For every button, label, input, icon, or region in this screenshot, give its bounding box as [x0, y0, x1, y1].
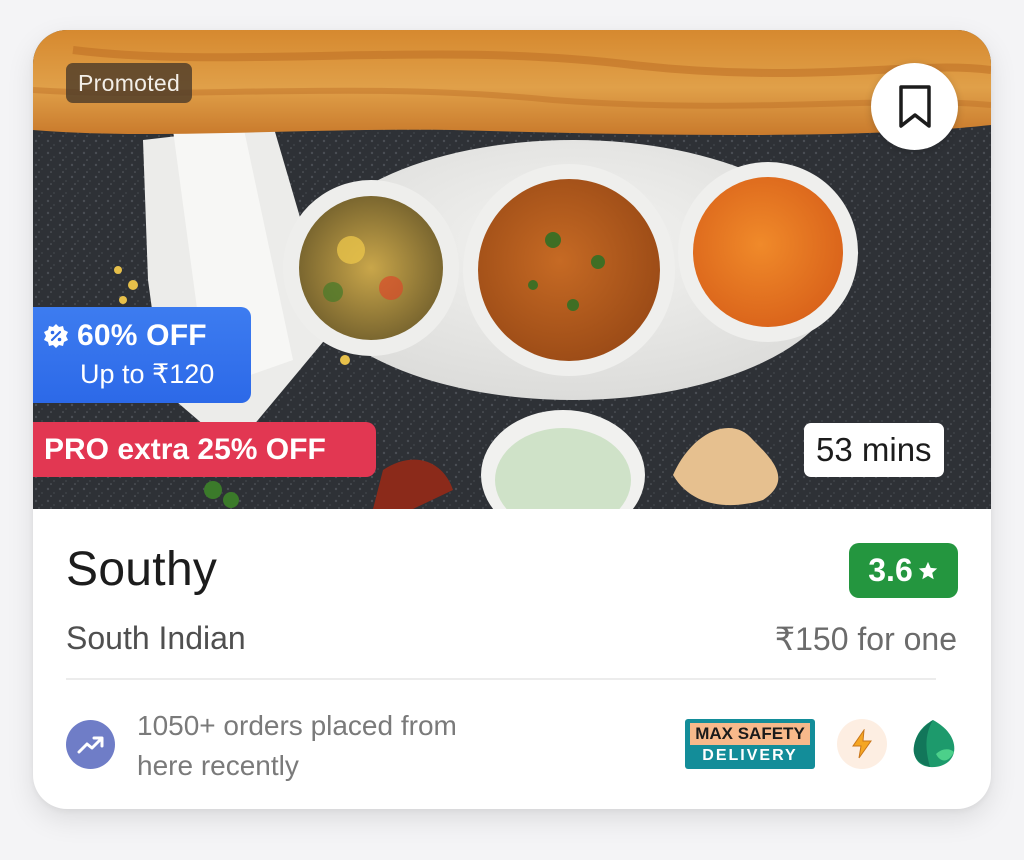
orders-line-1: 1050+ orders placed from [137, 710, 457, 741]
divider [66, 678, 936, 680]
restaurant-name: Southy [66, 543, 218, 596]
star-icon [918, 561, 937, 579]
promoted-tag: Promoted [66, 63, 193, 103]
max-safety-delivery-badge: MAX SAFETY DELIVERY [685, 719, 815, 769]
pro-offer-badge: PRO extra 25% OFF [33, 422, 376, 477]
delivery-time: 53 mins [804, 423, 944, 477]
rating-value: 3.6 [868, 552, 913, 588]
safety-badge-top: MAX SAFETY [690, 723, 810, 745]
safety-badge-bottom: DELIVERY [702, 747, 798, 764]
leaf-icon [913, 720, 955, 768]
orders-info: 1050+ orders placed from here recently [137, 706, 557, 786]
price-for-one: ₹150 for one [774, 621, 957, 657]
rating-badge: 3.6 [849, 543, 958, 598]
bookmark-icon [898, 84, 931, 128]
restaurant-card[interactable]: Promoted 60% OFF Up to ₹120 PRO extra 25… [33, 30, 991, 809]
cuisine-label: South Indian [66, 620, 246, 656]
offer-subtitle: Up to ₹120 [80, 359, 215, 389]
bookmark-button[interactable] [871, 63, 958, 150]
trending-up-icon [66, 720, 115, 769]
orders-line-2: here recently [137, 750, 299, 781]
offer-title: 60% OFF [77, 319, 207, 352]
discount-offer-badge: 60% OFF Up to ₹120 [33, 307, 251, 403]
discount-icon [44, 324, 68, 348]
lightning-bolt-icon [837, 719, 887, 769]
restaurant-photo[interactable]: Promoted 60% OFF Up to ₹120 PRO extra 25… [33, 30, 991, 509]
